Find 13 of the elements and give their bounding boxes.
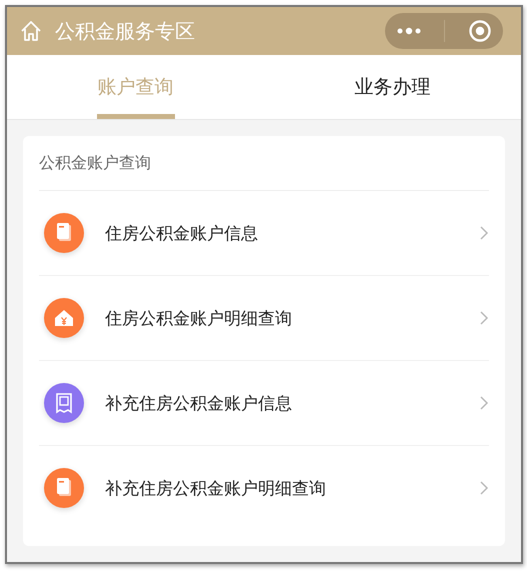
more-icon[interactable] [396,27,422,35]
section-title: 公积金账户查询 [39,136,489,191]
list-item[interactable]: 补充住房公积金账户信息 [39,361,489,446]
page-title: 公积金服务专区 [55,18,196,44]
list-item[interactable]: 住房公积金账户信息 [39,191,489,276]
list-item[interactable]: 住房公积金账户明细查询 [39,276,489,361]
chevron-right-icon [479,480,489,496]
chevron-right-icon [479,310,489,326]
chevron-right-icon [479,225,489,241]
list-item[interactable]: 补充住房公积金账户明细查询 [39,446,489,530]
tab[interactable]: 业务办理 [264,55,521,119]
chevron-right-icon [479,395,489,411]
home-icon[interactable] [19,19,43,43]
